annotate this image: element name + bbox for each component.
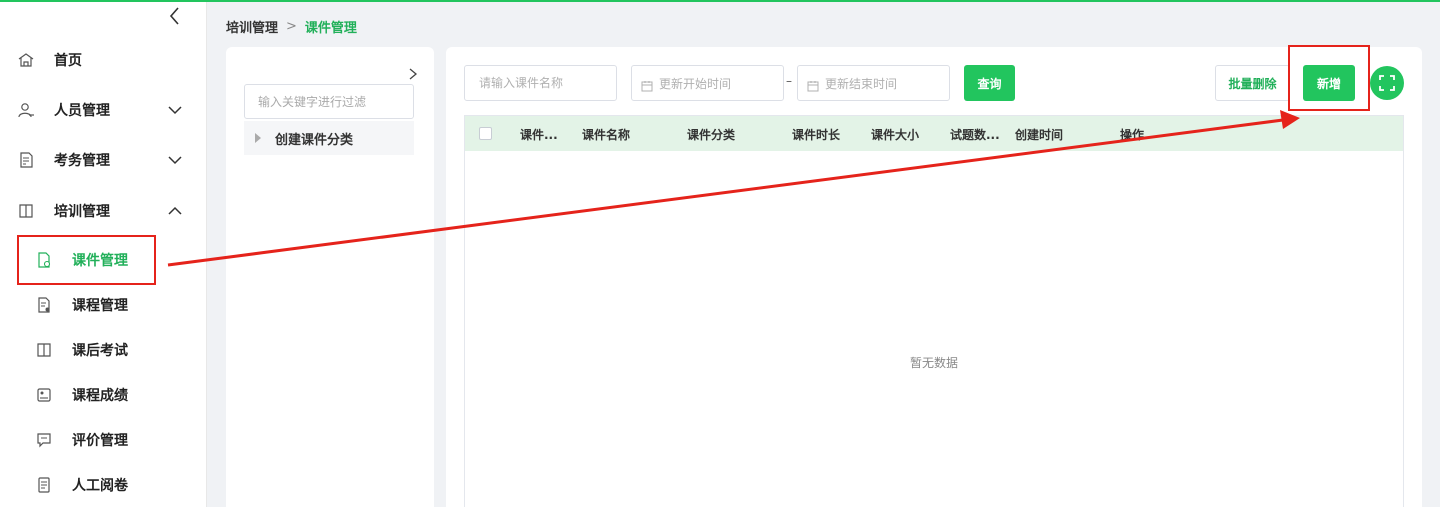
calendar-icon — [807, 77, 819, 92]
sidebar: 首页 人员管理 考务管理 培训管理 课件管理 课程管理 课后考试 课程成绩 评价… — [0, 2, 207, 507]
book-icon — [35, 341, 53, 359]
courseware-icon — [35, 251, 53, 269]
tree-node-label: 创建课件分类 — [275, 132, 354, 148]
calendar-icon — [641, 77, 653, 92]
sidebar-item-courseware[interactable]: 课件管理 — [0, 240, 207, 280]
document-icon — [17, 151, 35, 169]
sidebar-item-label: 考务管理 — [54, 153, 110, 169]
category-panel: 创建课件分类 — [226, 47, 434, 507]
sidebar-item-post-exam[interactable]: 课后考试 — [0, 330, 207, 370]
comment-icon — [35, 431, 53, 449]
breadcrumb-current: 课件管理 — [304, 21, 357, 36]
select-all-checkbox[interactable] — [479, 127, 492, 140]
sidebar-item-training[interactable]: 培训管理 — [0, 191, 207, 231]
column-header[interactable]: 课件时长 — [792, 126, 840, 143]
top-accent-line — [0, 0, 1440, 2]
column-header[interactable]: 创建时间 — [1015, 126, 1063, 143]
sidebar-item-label: 人工阅卷 — [72, 478, 128, 494]
sidebar-item-personnel[interactable]: 人员管理 — [0, 90, 207, 130]
column-header[interactable]: 课件... — [520, 126, 558, 143]
column-header[interactable]: 课件分类 — [687, 126, 735, 143]
sidebar-item-home[interactable]: 首页 — [0, 40, 207, 80]
column-header[interactable]: 课件大小 — [871, 126, 919, 143]
sidebar-item-label: 培训管理 — [54, 204, 110, 220]
breadcrumb: 培训管理 > 课件管理 — [226, 17, 357, 36]
courseware-name-input[interactable] — [464, 65, 617, 101]
date-range-separator: – — [786, 74, 792, 88]
chevron-right-icon[interactable] — [406, 66, 420, 82]
empty-state-text: 暂无数据 — [909, 356, 958, 370]
sidebar-item-label: 评价管理 — [72, 433, 128, 449]
tree-node-create-category[interactable]: 创建课件分类 — [244, 121, 414, 155]
home-icon — [17, 51, 35, 69]
collapse-sidebar-icon[interactable] — [164, 4, 186, 28]
batch-delete-button[interactable]: 批量删除 — [1215, 65, 1290, 101]
breadcrumb-separator: > — [286, 19, 297, 34]
chevron-down-icon — [166, 151, 184, 169]
start-date-placeholder: 更新开始时间 — [659, 76, 732, 91]
query-button[interactable]: 查询 — [964, 65, 1015, 101]
paper-icon — [35, 476, 53, 494]
sidebar-item-label: 人员管理 — [54, 103, 110, 119]
sidebar-item-course[interactable]: 课程管理 — [0, 285, 207, 325]
user-icon — [17, 101, 35, 119]
score-card-icon — [35, 386, 53, 404]
main-panel: 更新开始时间 – 更新结束时间 查询 批量删除 新增 课件... 课件名称 课件… — [446, 47, 1422, 507]
courseware-table: 课件... 课件名称 课件分类 课件时长 课件大小 试题数... 创建时间 操作… — [464, 115, 1404, 507]
column-header[interactable]: 操作 — [1120, 126, 1144, 143]
column-header[interactable]: 试题数... — [950, 126, 1000, 143]
sidebar-item-label: 首页 — [54, 53, 82, 69]
end-date-placeholder: 更新结束时间 — [825, 76, 898, 91]
sidebar-item-exam-affairs[interactable]: 考务管理 — [0, 140, 207, 180]
sidebar-item-label: 课程成绩 — [72, 388, 128, 404]
sidebar-item-label: 课程管理 — [72, 298, 128, 314]
caret-right-icon[interactable] — [255, 133, 261, 143]
fullscreen-icon[interactable] — [1370, 66, 1404, 100]
breadcrumb-parent[interactable]: 培训管理 — [226, 17, 278, 36]
sidebar-item-course-score[interactable]: 课程成绩 — [0, 375, 207, 415]
end-date-picker[interactable]: 更新结束时间 — [797, 65, 950, 101]
table-header: 课件... 课件名称 课件分类 课件时长 课件大小 试题数... 创建时间 操作 — [465, 116, 1403, 151]
sidebar-item-label: 课后考试 — [72, 343, 128, 359]
start-date-picker[interactable]: 更新开始时间 — [631, 65, 784, 101]
column-header[interactable]: 课件名称 — [582, 126, 630, 143]
book-icon — [17, 202, 35, 220]
sidebar-item-evaluation[interactable]: 评价管理 — [0, 420, 207, 460]
chevron-up-icon — [166, 202, 184, 220]
sidebar-item-label: 课件管理 — [72, 253, 128, 269]
chevron-down-icon — [166, 101, 184, 119]
category-filter-input[interactable] — [244, 84, 414, 119]
add-button[interactable]: 新增 — [1303, 65, 1355, 101]
course-icon — [35, 296, 53, 314]
sidebar-item-manual-grading[interactable]: 人工阅卷 — [0, 465, 207, 505]
